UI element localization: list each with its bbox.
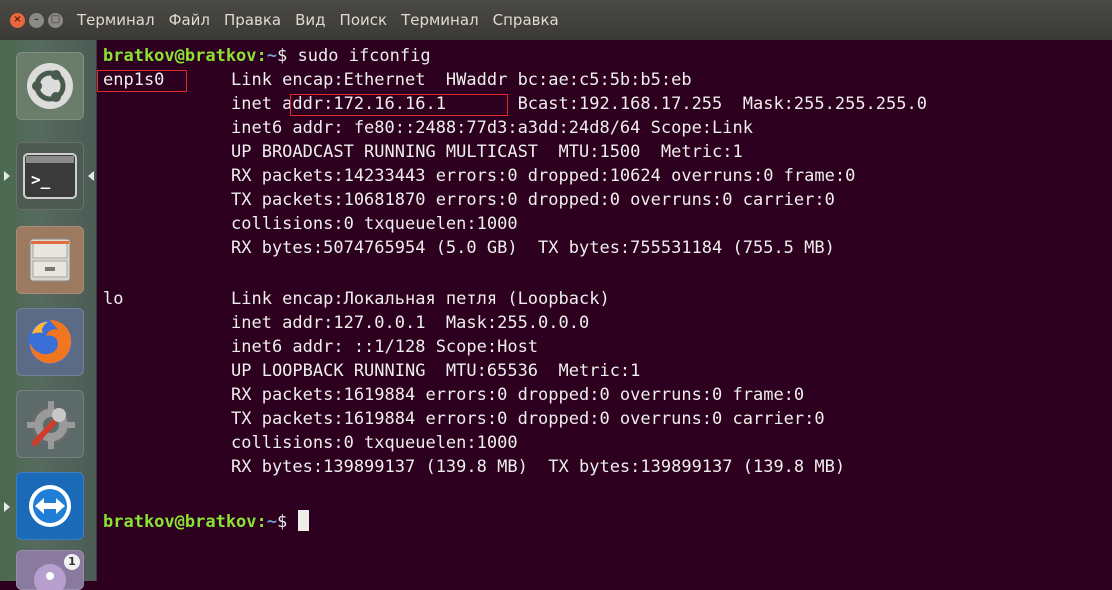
interface-line: inet6 addr: fe80::2488:77d3:a3dd:24d8/64… — [231, 118, 753, 138]
launcher-item-firefox[interactable] — [16, 308, 84, 376]
interface-line: RX bytes:139899137 (139.8 MB) TX bytes:1… — [231, 457, 846, 477]
menu-file[interactable]: Файл — [169, 11, 210, 29]
menu-search[interactable]: Поиск — [340, 11, 388, 29]
interface-line: TX packets:1619884 errors:0 dropped:0 ov… — [231, 409, 825, 429]
command-line: bratkov@bratkov:~$ sudo ifconfig — [103, 44, 431, 68]
file-cabinet-icon — [29, 238, 71, 282]
prompt-separator: : — [256, 512, 267, 532]
menu-edit[interactable]: Правка — [224, 11, 281, 29]
focus-indicator — [88, 171, 94, 181]
interface-line: TX packets:10681870 errors:0 dropped:0 o… — [231, 190, 835, 210]
interface-line: RX bytes:5074765954 (5.0 GB) TX bytes:75… — [231, 238, 835, 258]
running-indicator — [4, 171, 10, 181]
menu-terminal[interactable]: Терминал — [401, 11, 479, 29]
firefox-icon — [28, 320, 72, 364]
prompt-user-host: bratkov@bratkov — [103, 46, 257, 66]
menu-view[interactable]: Вид — [295, 11, 325, 29]
launcher-item-teamviewer[interactable] — [16, 472, 84, 540]
running-indicator — [4, 502, 10, 512]
prompt-symbol: $ — [277, 512, 288, 532]
menu-app-title[interactable]: Терминал — [77, 11, 155, 29]
svg-text:>_: >_ — [31, 170, 51, 189]
launcher-item-files[interactable] — [16, 226, 84, 294]
notification-badge: 1 — [64, 554, 80, 570]
teamviewer-icon — [29, 485, 71, 527]
prompt-user-host: bratkov@bratkov — [103, 512, 257, 532]
prompt-path: ~ — [266, 46, 278, 66]
highlight-interface-name — [97, 70, 187, 92]
interface-line: Link encap:Локальная петля (Loopback) — [231, 289, 610, 309]
launcher-item-pidgin[interactable]: 1 — [16, 550, 84, 590]
interface-line: collisions:0 txqueuelen:1000 — [231, 214, 518, 234]
prompt-path: ~ — [266, 512, 278, 532]
interface-line: UP BROADCAST RUNNING MULTICAST MTU:1500 … — [231, 142, 743, 162]
launcher-item-settings[interactable] — [16, 390, 84, 458]
interface-line: Link encap:Ethernet HWaddr bc:ae:c5:5b:b… — [231, 70, 692, 90]
ubuntu-logo-icon — [27, 63, 73, 109]
interface-line: collisions:0 txqueuelen:1000 — [231, 433, 518, 453]
menu-help[interactable]: Справка — [493, 11, 559, 29]
prompt-separator: : — [256, 46, 267, 66]
interface-name: lo — [103, 289, 124, 309]
interface-line: RX packets:1619884 errors:0 dropped:0 ov… — [231, 385, 805, 405]
close-icon[interactable]: × — [10, 12, 25, 28]
minimize-icon[interactable]: – — [29, 12, 44, 28]
highlight-inet-addr — [290, 94, 508, 116]
active-prompt-line: bratkov@bratkov:~$ — [103, 510, 309, 534]
wrench-gear-icon — [27, 401, 75, 449]
command-text: sudo ifconfig — [297, 46, 431, 66]
launcher-item-dash[interactable] — [16, 52, 84, 120]
launcher: >_ 1 — [0, 40, 97, 590]
window-controls: × – □ — [10, 12, 63, 28]
terminal-icon: >_ — [23, 153, 77, 199]
terminal-output[interactable]: bratkov@bratkov:~$ sudo ifconfig enp1s0 … — [97, 40, 1112, 581]
interface-line: inet6 addr: ::1/128 Scope:Host — [231, 337, 539, 357]
interface-line: RX packets:14233443 errors:0 dropped:106… — [231, 166, 856, 186]
top-menu-bar: × – □ Терминал Файл Правка Вид Поиск Тер… — [0, 0, 1112, 40]
prompt-symbol: $ — [277, 46, 288, 66]
launcher-item-terminal[interactable]: >_ — [16, 142, 84, 210]
interface-line: inet addr:127.0.0.1 Mask:255.0.0.0 — [231, 313, 590, 333]
menu-bar: Терминал Файл Правка Вид Поиск Терминал … — [77, 11, 573, 29]
text-cursor — [297, 510, 309, 531]
interface-line: UP LOOPBACK RUNNING MTU:65536 Metric:1 — [231, 361, 641, 381]
maximize-icon[interactable]: □ — [48, 12, 63, 28]
